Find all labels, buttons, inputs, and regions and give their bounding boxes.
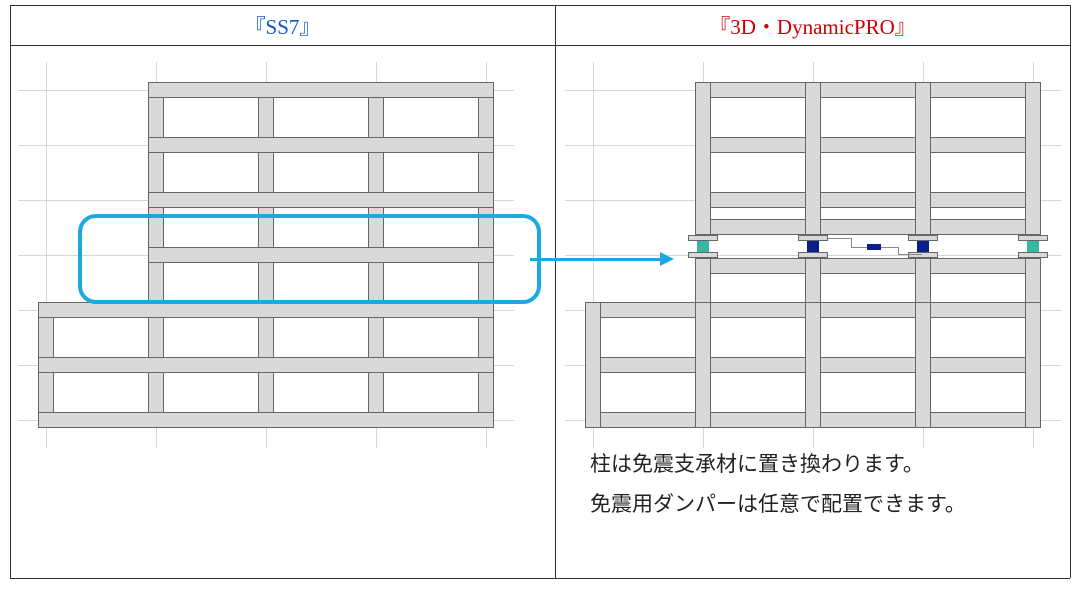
right-iso-cap-bottom-upper <box>695 258 1041 274</box>
arrow-head-icon <box>660 252 674 266</box>
right-lower-column <box>1025 302 1041 428</box>
table-left-border <box>10 5 11 578</box>
bearing-bottom-plate <box>798 252 828 258</box>
bearing-core <box>1027 241 1039 252</box>
damper-wire <box>851 238 852 247</box>
bearing-bottom-plate <box>1018 252 1048 258</box>
damper-wire <box>898 254 922 255</box>
right-lower-column <box>695 302 711 428</box>
title-right: 『3D・DynamicPRO』 <box>555 11 1070 41</box>
right-beam-upper-1 <box>695 137 1041 153</box>
damper-block <box>867 244 881 250</box>
left-frame-beam-lower-6 <box>38 412 494 428</box>
selection-highlight <box>78 214 541 304</box>
left-frame-beam-upper-0 <box>148 82 494 98</box>
bearing-bottom-plate <box>908 252 938 258</box>
table-top-border <box>10 5 1070 6</box>
left-frame-beam-upper-2 <box>148 192 494 208</box>
bearing-bottom-plate <box>688 252 718 258</box>
damper-wire <box>851 247 868 248</box>
left-frame-beam-upper-1 <box>148 137 494 153</box>
right-lower-column <box>805 302 821 428</box>
caption-line-1: 柱は免震支承材に置き換わります。 <box>590 445 924 485</box>
left-frame-beam-lower-5 <box>38 357 494 373</box>
right-upper-column <box>915 82 931 235</box>
arrow-line <box>530 258 660 261</box>
left-frame-beam-lower-4 <box>38 302 494 318</box>
damper-wire <box>881 247 898 248</box>
right-upper-column <box>695 82 711 235</box>
title-left: 『SS7』 <box>10 11 555 41</box>
right-lower-column <box>585 302 601 428</box>
bearing-core <box>697 241 709 252</box>
right-upper-column <box>1025 82 1041 235</box>
right-lower-column <box>915 302 931 428</box>
bearing-core <box>917 241 929 252</box>
right-iso-cap-top <box>695 219 1041 235</box>
caption-line-2: 免震用ダンパーは任意で配置できます。 <box>590 485 966 525</box>
right-beam-upper-2 <box>695 192 1041 208</box>
bearing-core <box>807 241 819 252</box>
right-beam-upper-0 <box>695 82 1041 98</box>
table-header-border <box>10 45 1070 46</box>
damper-wire <box>827 238 851 239</box>
right-upper-column <box>805 82 821 235</box>
table-bottom-border <box>10 578 1070 579</box>
table-mid-border <box>555 5 556 578</box>
